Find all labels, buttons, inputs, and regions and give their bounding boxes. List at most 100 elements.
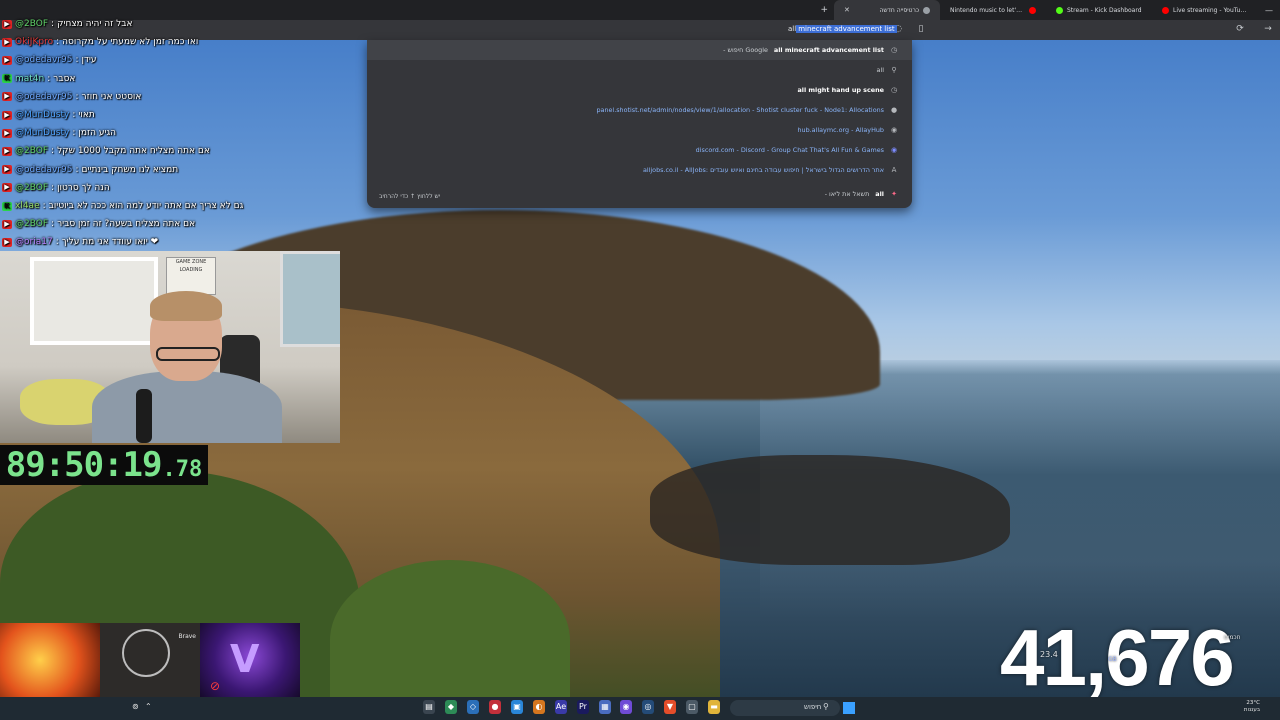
youtube-icon: ▶ <box>2 146 12 156</box>
new-tab-button[interactable]: + <box>814 5 834 15</box>
suggestion-url: panel.shotist.net/admin/nodes/view/1/all… <box>596 106 884 114</box>
youtube-icon: ▶ <box>2 92 12 102</box>
address-autocomplete-text: minecraft advancement list <box>796 25 897 33</box>
chat-message: ▶ @MunDusty: תאוי <box>2 107 95 123</box>
chat-username: @2BOF <box>15 219 49 230</box>
overlay-temp: 23.4 <box>1040 650 1058 659</box>
wallpaper-bush <box>330 560 570 720</box>
mute-icon: ⊘ <box>210 679 221 693</box>
search-icon: ⚲ <box>891 66 897 74</box>
suggestion-item[interactable]: - תשאל את ליאו all ✦ <box>825 184 898 204</box>
youtube-icon: ▶ <box>2 183 12 193</box>
chat-text: תמציא לנו משחק בינתיים <box>81 164 179 175</box>
tab-favicon-icon <box>923 6 930 14</box>
chat-username: mat4n <box>15 73 45 84</box>
youtube-icon: ▶ <box>2 165 12 175</box>
tab-kick-dashboard[interactable]: Stream - Kick Dashboard <box>1046 0 1152 20</box>
chat-text: גם לא צריך אם אתה יודע למה הוא ככה לא בי… <box>48 201 244 211</box>
chat-text: אם אתה מצליח אתה מקבל 1000 שקל <box>57 146 210 157</box>
address-typed-text: all <box>788 25 797 33</box>
chat-username: @MunDusty <box>15 128 70 139</box>
overlay-label: חכמים <box>1224 634 1241 641</box>
youtube-icon <box>1162 6 1169 14</box>
chat-separator: : <box>42 201 46 211</box>
chat-separator: : <box>75 91 79 102</box>
suggestion-item[interactable]: all might hand up scene ◷ <box>797 80 898 100</box>
site-icon: ◉ <box>890 126 898 134</box>
chat-separator: : <box>75 55 79 66</box>
chat-text: אבל זה יהיה מצחיק <box>57 19 133 29</box>
chat-separator: : <box>51 19 55 29</box>
youtube-icon: ▶ <box>2 237 12 247</box>
suggestion-suffix: - חיפוש Google <box>723 46 768 54</box>
chat-text: אסבר <box>53 73 76 84</box>
chat-message: ▶ @odedavr95: תמציא לנו משחק בינתיים <box>2 162 178 178</box>
chat-text: ואו כמה זמן לא שמעתי על מקרוסה <box>62 37 199 48</box>
minimize-icon[interactable]: — <box>1258 6 1280 15</box>
chat-message: ▶ @odedavr95: עידן <box>2 52 97 68</box>
tab-youtube-studio[interactable]: Live streaming - YouTube Studio <box>1152 0 1258 20</box>
address-bar[interactable]: all minecraft advancement list <box>788 25 897 33</box>
suggestion-item[interactable]: - חיפוש Google all minecraft advancement… <box>367 40 912 60</box>
tab-new-tab[interactable]: ✕ כרטיסייה חדשה <box>834 0 940 20</box>
store-icon[interactable]: ▢ <box>686 700 698 714</box>
reload-icon[interactable]: ⟳ <box>1234 24 1246 34</box>
app-icon[interactable]: ● <box>489 700 501 714</box>
suggestion-suffix: - תשאל את ליאו <box>824 190 870 198</box>
back-icon[interactable]: → <box>1262 24 1274 34</box>
speedrun-timer: 89:50:19.78 <box>0 445 208 485</box>
windows-start-icon[interactable] <box>843 702 855 714</box>
suggestion-item[interactable]: all ⚲ <box>877 60 898 80</box>
chat-username: @2BOF <box>15 146 49 157</box>
kick-icon: K <box>2 201 12 211</box>
discord-icon[interactable]: ◉ <box>620 700 632 714</box>
terminal-icon[interactable]: ▤ <box>423 700 435 714</box>
chat-message: ▶ @odedavr95: אוסטט אני חוזר <box>2 89 141 105</box>
chat-username: @odedavr95 <box>15 164 73 175</box>
chat-username: @2BOF <box>15 19 49 29</box>
chat-message: ▶ @2BOF: אבל זה יהיה מצחיק <box>2 16 133 32</box>
app-icon[interactable]: ◇ <box>467 700 479 714</box>
suggestion-item[interactable]: hub.allaymc.org - AllayHub ◉ <box>797 120 898 140</box>
youtube-icon: ▶ <box>2 110 12 120</box>
chat-message: Kxl4ae: גם לא צריך אם אתה יודע למה הוא ככ… <box>2 198 243 214</box>
chat-username: @odedavr95 <box>15 91 73 102</box>
tab-nintendo-music[interactable]: Nintendo music to let's work stu <box>940 0 1046 20</box>
search-icon: ⚲ <box>823 702 829 711</box>
suggestion-query: all <box>875 190 884 198</box>
suggestion-query: all might hand up scene <box>797 86 884 94</box>
people-icon[interactable]: ⊚ <box>132 702 139 711</box>
overlay-gb: GB <box>1108 656 1117 663</box>
app-icon[interactable]: ◐ <box>533 700 545 714</box>
suggestion-item[interactable]: alljobs.co.il - AllJobs: אתר הדרושים הגד… <box>643 160 898 180</box>
chat-message: ▶ @2BOF: אם אתה מצליח אתה מקבל 1000 שקל <box>2 143 210 159</box>
premiere-icon[interactable]: Pr <box>577 700 589 714</box>
tile-label: Brave <box>178 633 196 640</box>
app-icon[interactable]: ◆ <box>445 700 457 714</box>
app-icon[interactable]: ▦ <box>599 700 611 714</box>
taskbar-search[interactable]: חיפוש ⚲ <box>730 700 840 716</box>
after-effects-icon[interactable]: Ae <box>555 700 567 714</box>
tab-title: Stream - Kick Dashboard <box>1067 6 1142 14</box>
window <box>280 251 340 347</box>
chat-text: אם אתה מצליח בשעה? זה זמן סביר <box>57 219 196 230</box>
app-icon[interactable]: ▣ <box>511 700 523 714</box>
poster-text: GAME ZONE <box>175 259 207 265</box>
steam-icon[interactable]: ◎ <box>642 700 654 714</box>
bookmark-icon[interactable]: ▯ <box>915 24 927 34</box>
glasses <box>156 347 220 361</box>
omnibox-suggestions: ✕ - חיפוש Google all minecraft advanceme… <box>367 40 912 208</box>
taskbar <box>0 697 1280 720</box>
media-tile-logo: V ⊘ <box>200 623 300 697</box>
suggestion-item[interactable]: discord.com - Discord - Group Chat That'… <box>696 140 898 160</box>
chevron-up-icon[interactable]: ⌃ <box>145 702 152 711</box>
folder-icon[interactable]: ▬ <box>708 700 720 714</box>
weather-widget[interactable]: 23°C בעננות <box>1236 700 1260 714</box>
suggestion-query: all minecraft advancement list <box>773 46 884 54</box>
suggestion-item[interactable]: panel.shotist.net/admin/nodes/view/1/all… <box>596 100 898 120</box>
brave-icon[interactable]: ▼ <box>664 700 676 714</box>
chat-separator: : <box>55 237 59 248</box>
close-icon[interactable]: ✕ <box>844 6 850 14</box>
chat-username: @2BOF <box>15 182 49 193</box>
media-tile-fire <box>0 623 100 697</box>
